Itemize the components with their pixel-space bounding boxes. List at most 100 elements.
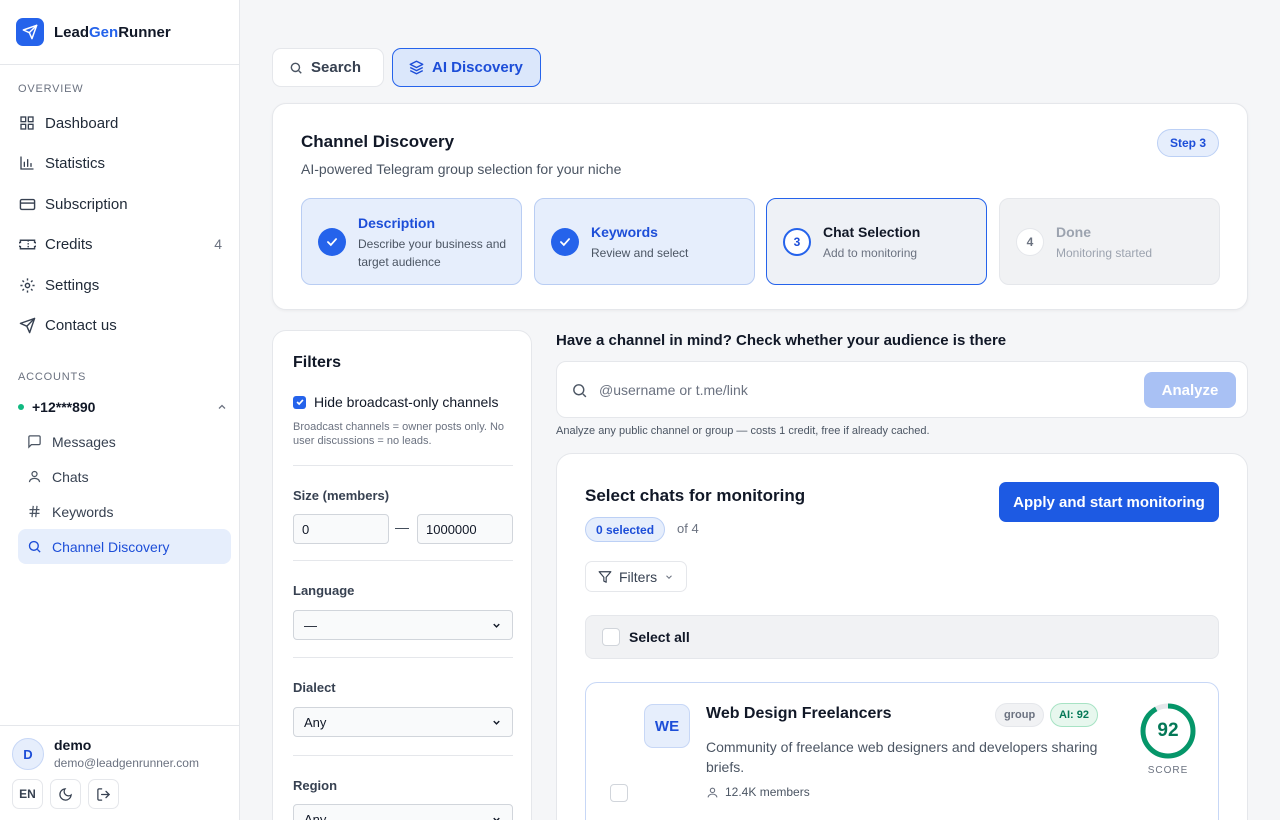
search-icon (289, 61, 303, 75)
select-all-row[interactable]: Select all (585, 615, 1219, 659)
broadcast-note: Broadcast channels = owner posts only. N… (293, 421, 505, 447)
chat-type-tag: group (995, 703, 1045, 727)
step-desc: Monitoring started (1056, 246, 1153, 260)
accounts-section-label: ACCOUNTS (18, 371, 87, 383)
step-badge: Step 3 (1156, 129, 1219, 157)
filters-label: Filters (619, 568, 658, 585)
credits-count: 4 (214, 236, 222, 252)
filters-panel: Filters Hide broadcast-only channels Bro… (272, 330, 532, 820)
nav-subscription[interactable]: Subscription (10, 186, 232, 222)
layers-icon (409, 60, 424, 75)
search-icon (26, 539, 42, 555)
tab-label: Search (311, 59, 362, 76)
divider (293, 465, 513, 466)
search-icon (571, 382, 588, 399)
user-icon (706, 786, 719, 799)
sidebar: LeadGenRunner OVERVIEW Dashboard Statist… (0, 0, 240, 820)
chat-checkbox[interactable] (610, 784, 628, 802)
sub-label: Keywords (52, 503, 114, 520)
grid-icon (18, 114, 36, 132)
nav-label: Dashboard (45, 114, 119, 132)
filters-title: Filters (293, 354, 342, 371)
step-description[interactable]: Description Describe your business and t… (301, 198, 522, 285)
hide-broadcast-checkbox[interactable]: Hide broadcast-only channels (293, 394, 498, 410)
chevron-down-icon (491, 814, 502, 820)
brand-name: LeadGenRunner (54, 23, 171, 41)
size-label: Size (members) (293, 488, 390, 503)
online-status-dot (18, 404, 24, 410)
select-value: Any (304, 714, 327, 730)
dialect-select[interactable]: Any (293, 707, 513, 737)
avatar[interactable]: D (12, 738, 44, 770)
score-value: 92 (1157, 720, 1179, 741)
account-phone: +12***890 (32, 399, 96, 415)
analyze-heading: Have a channel in mind? Check whether yo… (556, 332, 1007, 349)
nav-label: Settings (45, 276, 100, 294)
tab-search[interactable]: Search (272, 48, 384, 87)
checkbox-label: Hide broadcast-only channels (314, 394, 499, 410)
step-title: Description (358, 215, 436, 231)
nav-statistics[interactable]: Statistics (10, 145, 232, 181)
send-icon (18, 316, 36, 334)
page-title: Channel Discovery (301, 132, 455, 151)
check-icon (318, 228, 346, 256)
nav-label: Credits (45, 235, 93, 253)
sub-keywords[interactable]: Keywords (18, 494, 231, 529)
size-min-input[interactable]: 0 (293, 514, 389, 544)
nav-credits[interactable]: Credits 4 (10, 226, 232, 262)
chat-selection-card: Select chats for monitoring 0 selected o… (556, 453, 1248, 820)
step-title: Keywords (591, 224, 658, 240)
dialect-label: Dialect (293, 680, 336, 695)
user-icon (26, 469, 42, 485)
step-number: 4 (1016, 228, 1044, 256)
sub-chats[interactable]: Chats (18, 459, 231, 494)
step-done: 4 Done Monitoring started (999, 198, 1220, 285)
select-all-checkbox[interactable] (602, 628, 620, 646)
hash-icon (26, 504, 42, 520)
tab-ai-discovery[interactable]: AI Discovery (392, 48, 541, 87)
sub-label: Channel Discovery (52, 538, 170, 555)
step-keywords[interactable]: Keywords Review and select (534, 198, 755, 285)
ai-score-tag: AI: 92 (1050, 703, 1098, 727)
nav-label: Contact us (45, 316, 117, 334)
divider (293, 755, 513, 756)
sub-messages[interactable]: Messages (18, 424, 231, 459)
analyze-button[interactable]: Analyze (1144, 372, 1236, 408)
filters-dropdown-button[interactable]: Filters (585, 561, 687, 592)
channel-input[interactable]: @username or t.me/link (599, 382, 748, 398)
select-value: — (304, 617, 317, 633)
chevron-down-icon (491, 717, 502, 728)
chat-card[interactable]: WE Web Design Freelancers group AI: 92 C… (585, 682, 1219, 820)
analyze-note: Analyze any public channel or group — co… (556, 425, 930, 437)
theme-toggle-button[interactable] (50, 779, 81, 809)
chat-members: 12.4K members (706, 785, 810, 799)
user-panel: D demo demo@leadgenrunner.com EN (0, 725, 239, 820)
overview-section-label: OVERVIEW (18, 83, 84, 95)
account-toggle[interactable]: +12***890 (18, 396, 228, 418)
chat-avatar: WE (644, 704, 690, 748)
step-desc: Review and select (591, 246, 689, 260)
apply-button[interactable]: Apply and start monitoring (999, 482, 1219, 522)
selected-count-badge: 0 selected (585, 517, 666, 542)
members-count: 12.4K members (725, 785, 810, 799)
nav-contact[interactable]: Contact us (10, 307, 232, 343)
nav-settings[interactable]: Settings (10, 267, 232, 303)
nav-dashboard[interactable]: Dashboard (10, 105, 232, 141)
language-label: Language (293, 583, 355, 598)
divider (293, 560, 513, 561)
language-select[interactable]: — (293, 610, 513, 640)
bar-chart-icon (18, 154, 36, 172)
page-subtitle: AI-powered Telegram group selection for … (301, 161, 622, 177)
step-title: Chat Selection (823, 224, 921, 240)
step-title: Done (1056, 224, 1091, 240)
region-select[interactable]: Any (293, 804, 513, 820)
language-button[interactable]: EN (12, 779, 43, 809)
divider (293, 657, 513, 658)
chevron-down-icon (491, 620, 502, 631)
user-name: demo (54, 737, 92, 753)
step-chat-selection[interactable]: 3 Chat Selection Add to monitoring (766, 198, 987, 285)
sub-channel-discovery[interactable]: Channel Discovery (18, 529, 231, 564)
logout-button[interactable] (88, 779, 119, 809)
size-max-input[interactable]: 1000000 (417, 514, 513, 544)
brand[interactable]: LeadGenRunner (0, 0, 239, 65)
